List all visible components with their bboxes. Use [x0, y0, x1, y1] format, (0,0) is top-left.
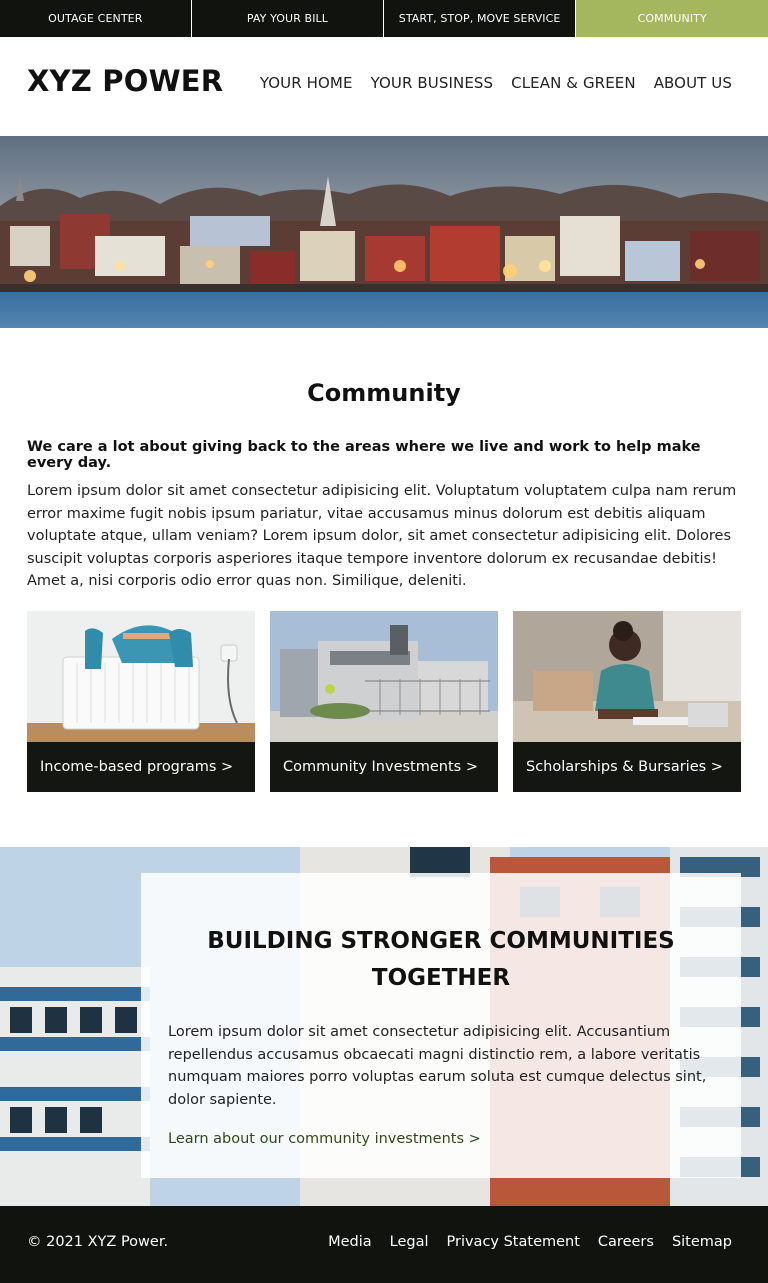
- site-logo[interactable]: XYZ POWER: [27, 64, 223, 98]
- footer-link-legal[interactable]: Legal: [390, 1234, 429, 1250]
- card-label: Scholarships & Bursaries >: [513, 742, 741, 792]
- utility-link-start-stop-move[interactable]: START, STOP, MOVE SERVICE: [384, 0, 575, 37]
- nav-your-home[interactable]: YOUR HOME: [260, 74, 353, 92]
- nav-about-us[interactable]: ABOUT US: [654, 74, 732, 92]
- footer-link-sitemap[interactable]: Sitemap: [672, 1234, 732, 1250]
- card-income-based-programs[interactable]: Income-based programs >: [27, 611, 255, 792]
- card-image-radiator-mittens: [27, 611, 255, 742]
- site-header: XYZ POWER YOUR HOME YOUR BUSINESS CLEAN …: [0, 37, 768, 136]
- page-title: Community: [307, 379, 461, 407]
- nav-clean-green[interactable]: CLEAN & GREEN: [511, 74, 636, 92]
- utility-link-community[interactable]: COMMUNITY: [576, 0, 768, 37]
- footer-link-media[interactable]: Media: [328, 1234, 372, 1250]
- card-image-power-substation: [270, 611, 498, 742]
- site-footer: © 2021 XYZ Power. Media Legal Privacy St…: [0, 1206, 768, 1283]
- copyright: © 2021 XYZ Power.: [27, 1234, 169, 1250]
- promo-text: Lorem ipsum dolor sit amet consectetur a…: [168, 1024, 707, 1108]
- community-investments-link[interactable]: Learn about our community investments >: [168, 1131, 481, 1147]
- community-lead: We care a lot about giving back to the a…: [27, 439, 701, 471]
- hero-image: [0, 136, 768, 328]
- utility-link-outage-center[interactable]: OUTAGE CENTER: [0, 0, 191, 37]
- footer-link-careers[interactable]: Careers: [598, 1234, 654, 1250]
- card-scholarships-bursaries[interactable]: Scholarships & Bursaries >: [513, 611, 741, 792]
- footer-nav: Media Legal Privacy Statement Careers Si…: [328, 1234, 732, 1250]
- card-label: Community Investments >: [270, 742, 498, 792]
- card-community-investments[interactable]: Community Investments >: [270, 611, 498, 792]
- utility-nav: OUTAGE CENTER PAY YOUR BILL START, STOP,…: [0, 0, 768, 37]
- footer-link-privacy-statement[interactable]: Privacy Statement: [447, 1234, 580, 1250]
- card-label: Income-based programs >: [27, 742, 255, 792]
- card-image-student-studying: [513, 611, 741, 742]
- program-cards: Income-based programs > Community Invest…: [27, 611, 741, 792]
- main-nav: YOUR HOME YOUR BUSINESS CLEAN & GREEN AB…: [260, 74, 732, 92]
- hero-harbor-illustration: [0, 136, 768, 328]
- community-body: Lorem ipsum dolor sit amet consectetur a…: [27, 483, 737, 589]
- nav-your-business[interactable]: YOUR BUSINESS: [371, 74, 494, 92]
- promo-title: BUILDING STRONGER COMMUNITIES TOGETHER: [207, 928, 675, 991]
- community-promo: BUILDING STRONGER COMMUNITIES TOGETHER L…: [0, 847, 768, 1206]
- promo-card: BUILDING STRONGER COMMUNITIES TOGETHER L…: [141, 873, 741, 1178]
- utility-link-pay-bill[interactable]: PAY YOUR BILL: [192, 0, 383, 37]
